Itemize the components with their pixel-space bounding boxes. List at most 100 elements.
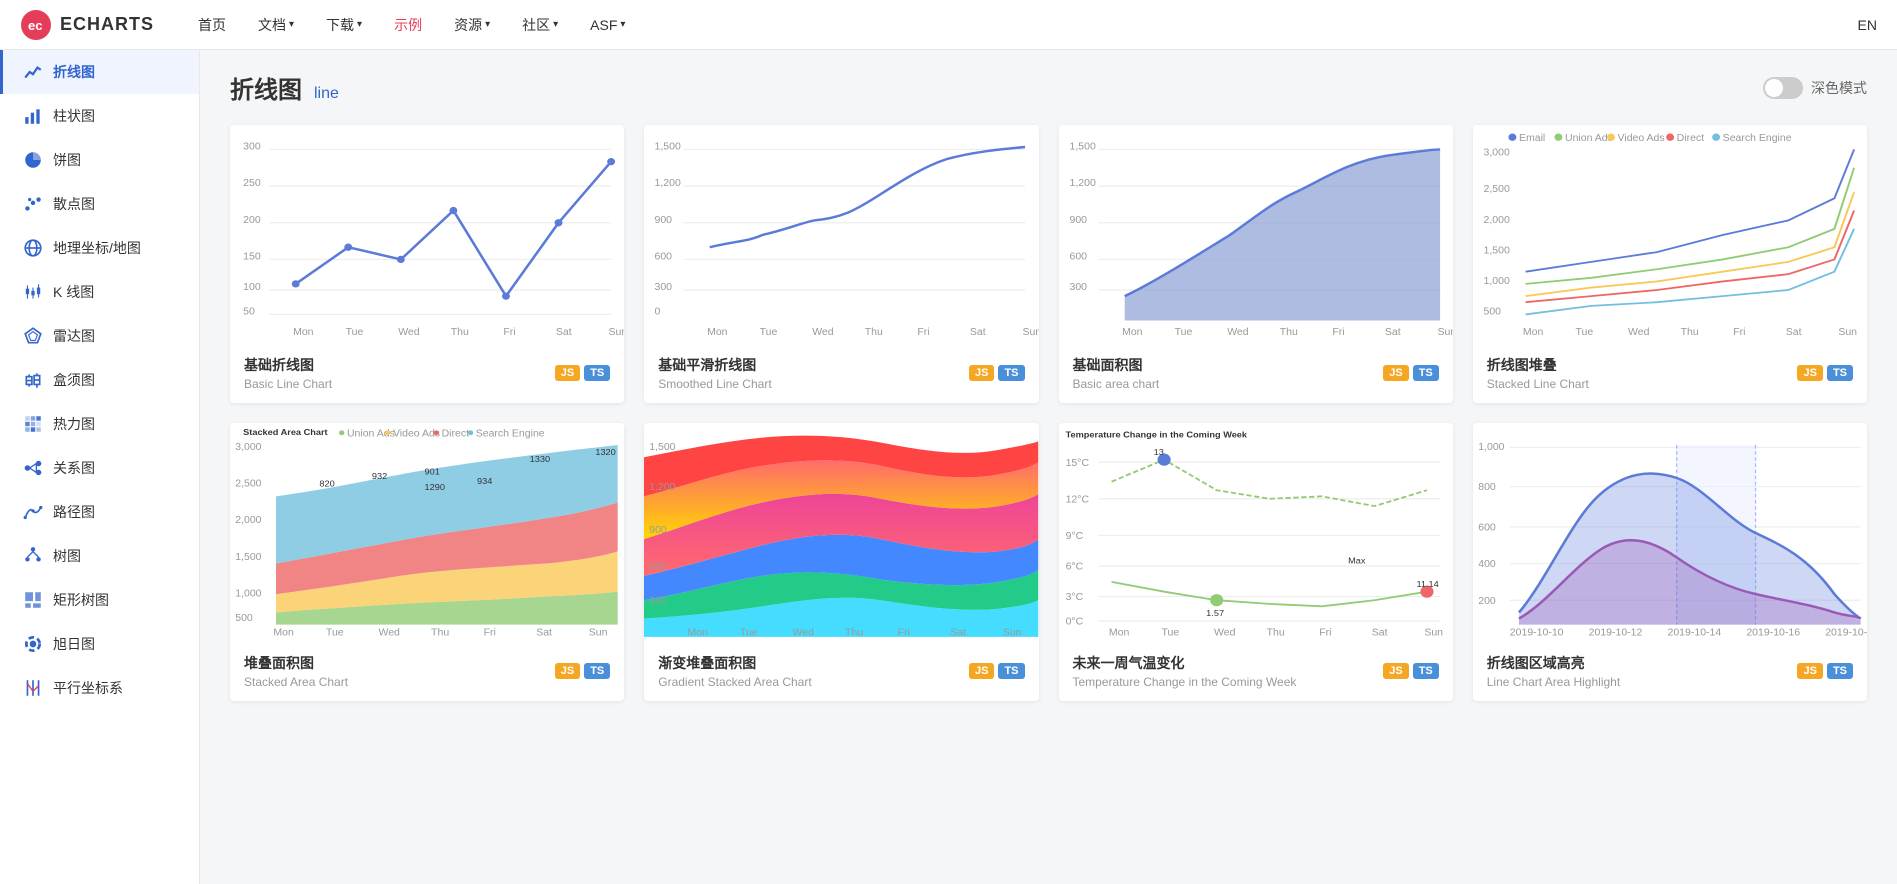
layout: 折线图 柱状图 饼图 散点图 地理坐标/地图	[0, 50, 1897, 884]
svg-text:934: 934	[477, 476, 492, 486]
sidebar-item-heatmap[interactable]: 热力图	[0, 402, 199, 446]
chart-card-stacked-area[interactable]: Stacked Area Chart Union Ads Video Ads D…	[230, 423, 624, 701]
badge-ts[interactable]: TS	[584, 365, 610, 381]
logo-text: ECHARTS	[60, 14, 154, 35]
svg-text:Thu: Thu	[1266, 628, 1284, 639]
svg-text:Sun: Sun	[608, 328, 624, 339]
page-title: 折线图 line	[230, 70, 339, 105]
sidebar-item-bar[interactable]: 柱状图	[0, 94, 199, 138]
svg-text:Union Ads: Union Ads	[1565, 133, 1613, 144]
chart-card-temp-change[interactable]: Temperature Change in the Coming Week 15…	[1059, 423, 1453, 701]
geo-icon	[23, 238, 43, 258]
badge-js[interactable]: JS	[1383, 365, 1408, 381]
sidebar-item-sunburst[interactable]: 旭日图	[0, 622, 199, 666]
badge-js[interactable]: JS	[1797, 365, 1822, 381]
badge-ts[interactable]: TS	[1827, 365, 1853, 381]
svg-text:Fri: Fri	[503, 328, 515, 339]
sidebar-item-treemap[interactable]: 矩形树图	[0, 578, 199, 622]
chart-card-stacked-line[interactable]: Email Union Ads Video Ads Direct Search …	[1473, 125, 1867, 403]
chart-title-en: Gradient Stacked Area Chart	[658, 675, 811, 689]
toggle-switch[interactable]	[1763, 77, 1803, 99]
svg-text:2019-10-14: 2019-10-14	[1667, 628, 1721, 639]
svg-text:600: 600	[1478, 523, 1496, 534]
page-header: 折线图 line 深色模式	[230, 70, 1867, 105]
chart-title-block: 折线图区域高亮 Line Chart Area Highlight	[1487, 653, 1620, 689]
badge-ts[interactable]: TS	[1827, 663, 1853, 679]
badge-ts[interactable]: TS	[1413, 365, 1439, 381]
sidebar-item-pie[interactable]: 饼图	[0, 138, 199, 182]
svg-text:Video Ads: Video Ads	[1617, 133, 1664, 144]
svg-text:Mon: Mon	[688, 628, 708, 639]
logo[interactable]: ec ECHARTS	[20, 9, 154, 41]
svg-text:300: 300	[243, 142, 261, 153]
chart-title-row: 未来一周气温变化 Temperature Change in the Comin…	[1073, 653, 1439, 689]
lang-switch[interactable]: EN	[1858, 17, 1877, 33]
svg-text:Tue: Tue	[346, 328, 364, 339]
chart-title-zh: 基础折线图	[244, 355, 332, 375]
badge-js[interactable]: JS	[1797, 663, 1822, 679]
sidebar-item-line[interactable]: 折线图	[0, 50, 199, 94]
svg-text:2019-10-16: 2019-10-16	[1746, 628, 1800, 639]
svg-text:Wed: Wed	[1227, 328, 1248, 339]
chart-card-basic-area[interactable]: 1,500 1,200 900 600 300 Mon	[1059, 125, 1453, 403]
svg-text:1.57: 1.57	[1206, 608, 1224, 618]
chart-title-block: 堆叠面积图 Stacked Area Chart	[244, 653, 348, 689]
svg-text:Tue: Tue	[1174, 328, 1192, 339]
sidebar-item-boxplot[interactable]: 盒须图	[0, 358, 199, 402]
sidebar-label-graph: 关系图	[53, 458, 95, 478]
sidebar-item-graph[interactable]: 关系图	[0, 446, 199, 490]
nav-docs[interactable]: 文档 ▾	[244, 9, 308, 41]
sidebar-item-geo[interactable]: 地理坐标/地图	[0, 226, 199, 270]
svg-text:2,000: 2,000	[1483, 215, 1510, 226]
badge-ts[interactable]: TS	[998, 663, 1024, 679]
chart-canvas-area-highlight: 1,000 800 600 400 200	[1473, 423, 1867, 643]
badge-ts[interactable]: TS	[998, 365, 1024, 381]
chevron-down-icon: ▾	[620, 19, 625, 30]
badge-js[interactable]: JS	[969, 365, 994, 381]
badge-js[interactable]: JS	[555, 365, 580, 381]
chevron-down-icon: ▾	[357, 19, 362, 30]
sidebar-item-kline[interactable]: K 线图	[0, 270, 199, 314]
svg-text:Wed: Wed	[398, 328, 419, 339]
sidebar-item-parallel[interactable]: 平行坐标系	[0, 666, 199, 710]
svg-text:Wed: Wed	[1628, 328, 1649, 339]
chart-canvas-basic-line: 300 250 200 150 100 50	[230, 125, 624, 345]
nav-examples[interactable]: 示例	[380, 9, 436, 41]
svg-text:Wed: Wed	[812, 328, 833, 339]
svg-text:Wed: Wed	[1214, 628, 1235, 639]
nav-resources[interactable]: 资源 ▾	[440, 9, 504, 41]
chart-title-en: Basic area chart	[1073, 377, 1160, 391]
chart-card-area-highlight[interactable]: 1,000 800 600 400 200	[1473, 423, 1867, 701]
svg-text:1,000: 1,000	[1483, 276, 1510, 287]
sidebar-item-radar[interactable]: 雷达图	[0, 314, 199, 358]
nav-asf[interactable]: ASF ▾	[576, 11, 639, 39]
nav-download[interactable]: 下载 ▾	[312, 9, 376, 41]
svg-text:600: 600	[655, 252, 673, 263]
chart-card-basic-line[interactable]: 300 250 200 150 100 50	[230, 125, 624, 403]
chart-title-block: 基础平滑折线图 Smoothed Line Chart	[658, 355, 771, 391]
chart-card-smooth-line[interactable]: 1,500 1,200 900 600 300 0 Mon Tue	[644, 125, 1038, 403]
chart-grid: 300 250 200 150 100 50	[230, 125, 1867, 701]
badge-js[interactable]: JS	[555, 663, 580, 679]
sidebar-item-tree[interactable]: 树图	[0, 534, 199, 578]
badge-ts[interactable]: TS	[1413, 663, 1439, 679]
chart-badges: JS TS	[555, 663, 611, 679]
svg-text:Thu: Thu	[451, 328, 469, 339]
svg-text:Sat: Sat	[970, 328, 986, 339]
svg-text:Sat: Sat	[556, 328, 572, 339]
nav-home[interactable]: 首页	[184, 9, 240, 41]
svg-text:1,500: 1,500	[1483, 246, 1510, 257]
sidebar-item-scatter[interactable]: 散点图	[0, 182, 199, 226]
chart-info-basic-line: 基础折线图 Basic Line Chart JS TS	[230, 345, 624, 403]
svg-text:9°C: 9°C	[1065, 531, 1083, 542]
badge-ts[interactable]: TS	[584, 663, 610, 679]
svg-text:Wed: Wed	[793, 628, 814, 639]
badge-js[interactable]: JS	[969, 663, 994, 679]
chart-card-gradient-stacked[interactable]: 1,500 1,200 900 600 300 Mon Tue Wed Thu …	[644, 423, 1038, 701]
svg-text:3,000: 3,000	[1483, 148, 1510, 159]
svg-text:1,500: 1,500	[650, 442, 677, 453]
nav-community[interactable]: 社区 ▾	[508, 9, 572, 41]
sidebar-item-lines[interactable]: 路径图	[0, 490, 199, 534]
badge-js[interactable]: JS	[1383, 663, 1408, 679]
dark-mode-toggle[interactable]: 深色模式	[1763, 77, 1867, 99]
